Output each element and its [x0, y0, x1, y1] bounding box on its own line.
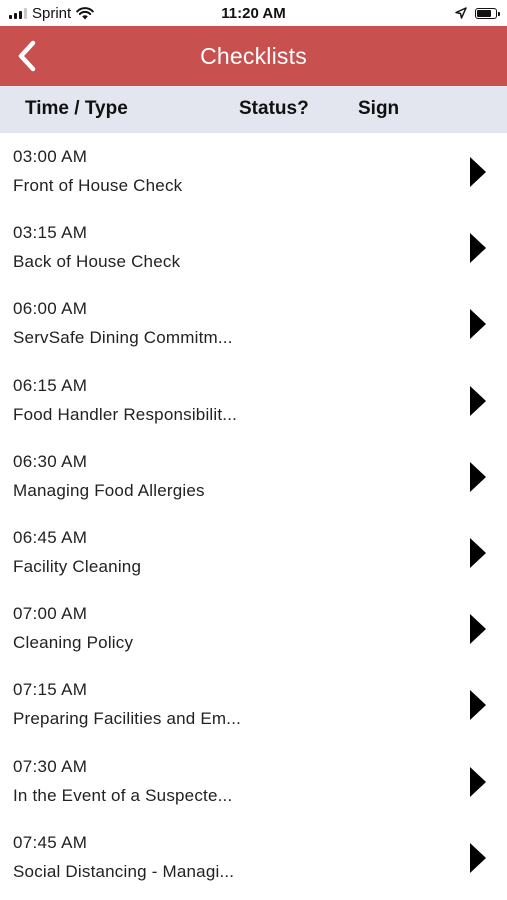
checklist-row[interactable]: 06:30 AM Managing Food Allergies — [0, 438, 507, 514]
play-arrow-icon[interactable] — [466, 765, 488, 799]
play-arrow-icon[interactable] — [466, 536, 488, 570]
page-title: Checklists — [200, 42, 307, 69]
checklist-title: ServSafe Dining Commitm... — [13, 328, 233, 348]
column-time-type: Time / Type — [25, 98, 128, 119]
checklist-row[interactable]: 07:15 AM Preparing Facilities and Em... — [0, 666, 507, 742]
play-arrow-icon[interactable] — [466, 841, 488, 875]
column-header: Time / Type Status? Sign — [0, 86, 507, 133]
play-arrow-icon[interactable] — [466, 307, 488, 341]
status-right — [455, 7, 500, 19]
checklist-time: 07:45 AM — [13, 832, 88, 852]
nav-header: Checklists — [0, 26, 507, 86]
chevron-left-icon — [18, 40, 36, 72]
location-arrow-icon — [455, 7, 467, 19]
screen: Sprint 11:20 AM Checklists Time / Type S… — [0, 0, 507, 900]
checklist-time: 07:00 AM — [13, 604, 88, 624]
checklist-time: 07:30 AM — [13, 756, 88, 776]
checklist-row[interactable]: 07:45 AM Social Distancing - Managi... — [0, 819, 507, 895]
checklist-title: Food Handler Responsibilit... — [13, 404, 238, 424]
checklist-list: 03:00 AM Front of House Check 03:15 AM B… — [0, 133, 507, 895]
play-arrow-icon[interactable] — [466, 460, 488, 494]
checklist-title: In the Event of a Suspecte... — [13, 785, 233, 805]
checklist-time: 07:15 AM — [13, 680, 88, 700]
column-status: Status? — [239, 98, 309, 119]
checklist-time: 06:00 AM — [13, 299, 88, 319]
checklist-title: Social Distancing - Managi... — [13, 861, 235, 881]
status-left: Sprint — [9, 5, 94, 22]
play-arrow-icon[interactable] — [466, 155, 488, 189]
play-arrow-icon[interactable] — [466, 612, 488, 646]
checklist-row[interactable]: 07:00 AM Cleaning Policy — [0, 590, 507, 666]
signal-strength-icon — [9, 7, 27, 19]
checklist-time: 06:15 AM — [13, 375, 88, 395]
play-arrow-icon[interactable] — [466, 231, 488, 265]
checklist-row[interactable]: 06:45 AM Facility Cleaning — [0, 514, 507, 590]
checklist-title: Cleaning Policy — [13, 633, 134, 653]
battery-fill — [477, 9, 492, 17]
checklist-row[interactable]: 03:15 AM Back of House Check — [0, 209, 507, 285]
play-arrow-icon[interactable] — [466, 688, 488, 722]
checklist-title: Facility Cleaning — [13, 556, 142, 576]
checklist-time: 03:15 AM — [13, 223, 88, 243]
checklist-row[interactable]: 06:00 AM ServSafe Dining Commitm... — [0, 285, 507, 361]
checklist-time: 03:00 AM — [13, 147, 88, 166]
checklist-title: Front of House Check — [13, 176, 183, 195]
checklist-row[interactable]: 03:00 AM Front of House Check — [0, 133, 507, 209]
checklist-title: Preparing Facilities and Em... — [13, 709, 242, 729]
back-button[interactable] — [12, 38, 42, 74]
column-sign: Sign — [358, 98, 400, 119]
status-bar: Sprint 11:20 AM — [0, 0, 507, 26]
checklist-title: Back of House Check — [13, 252, 181, 272]
checklist-row[interactable]: 07:30 AM In the Event of a Suspecte... — [0, 743, 507, 819]
checklist-row[interactable]: 06:15 AM Food Handler Responsibilit... — [0, 362, 507, 438]
wifi-icon — [76, 6, 94, 19]
checklist-time: 06:45 AM — [13, 527, 88, 547]
battery-icon — [475, 7, 500, 19]
play-arrow-icon[interactable] — [466, 384, 488, 418]
checklist-title: Managing Food Allergies — [13, 480, 205, 500]
carrier-name: Sprint — [32, 4, 72, 22]
checklist-time: 06:30 AM — [13, 451, 88, 471]
